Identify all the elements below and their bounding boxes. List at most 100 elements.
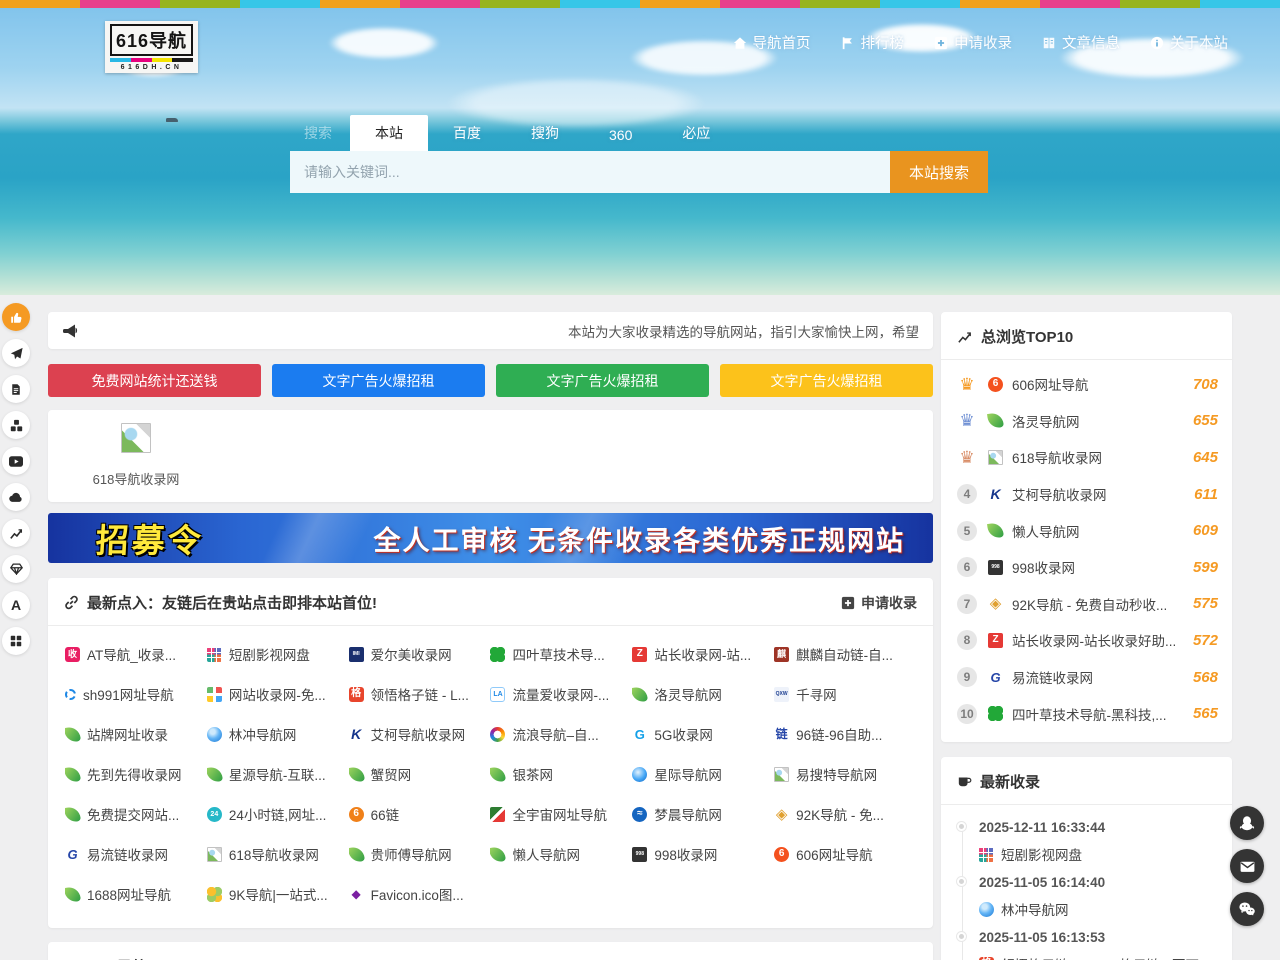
site-link[interactable]: 林冲导航网 [207, 714, 349, 754]
site-link[interactable]: K 艾柯导航收录网 [349, 714, 491, 754]
tab-this-site[interactable]: 本站 [350, 115, 428, 151]
ad-button[interactable]: 免费网站统计还送钱 [48, 364, 261, 397]
site-link[interactable]: 1688网址导航 [65, 874, 207, 914]
top10-item[interactable]: 8 Z 站长收录网-站长收录好助... 572 [955, 622, 1218, 659]
site-link[interactable]: 星际导航网 [632, 754, 774, 794]
site-link[interactable]: 站牌网址收录 [65, 714, 207, 754]
site-link[interactable]: 先到先得收录网 [65, 754, 207, 794]
top10-item[interactable]: 5 懒人导航网 609 [955, 512, 1218, 549]
top10-item[interactable]: 10 四叶草技术导航-黑科技,... 565 [955, 695, 1218, 732]
stats-button[interactable] [2, 519, 30, 547]
site-link[interactable]: G 5G收录网 [632, 714, 774, 754]
site-logo[interactable]: 616导航 616DH.CN [105, 21, 198, 73]
site-link[interactable]: 618导航收录网 [207, 834, 349, 874]
site-link[interactable]: 懒人导航网 [490, 834, 632, 874]
vip-button[interactable] [2, 555, 30, 583]
site-favicon: ◈ [988, 596, 1003, 611]
mail-button[interactable] [1230, 849, 1264, 883]
site-link[interactable]: QXW 千寻网 [774, 674, 916, 714]
top10-list: ♛ 6 606网址导航 708 ♛ 洛灵导航网 655 ♛ 618导航收录网 6… [941, 360, 1232, 734]
top10-item[interactable]: 7 ◈ 92K导航 - 免费自动秒收... 575 [955, 586, 1218, 623]
cubes-button[interactable] [2, 411, 30, 439]
site-link[interactable]: 6 606网址导航 [774, 834, 916, 874]
nav-apply[interactable]: 申请收录 [934, 32, 1012, 53]
site-link[interactable]: 网站收录网-免... [207, 674, 349, 714]
site-link[interactable]: 四叶草技术导... [490, 634, 632, 674]
site-link[interactable]: LA 流量爱收录网-... [490, 674, 632, 714]
site-link[interactable]: sh991网址导航 [65, 674, 207, 714]
left-quick-rail: A [2, 303, 30, 655]
site-link[interactable]: Z 站长收录网-站... [632, 634, 774, 674]
telegram-button[interactable] [2, 339, 30, 367]
video-button[interactable] [2, 447, 30, 475]
recent-timeline: 2025-12-11 16:33:44 短剧影视网盘 2025-11-05 16… [941, 805, 1232, 960]
site-link[interactable]: 格 领悟格子链 - L... [349, 674, 491, 714]
site-link[interactable]: 贵师傅导航网 [349, 834, 491, 874]
tab-360[interactable]: 360 [584, 119, 657, 151]
site-link[interactable]: 短剧影视网盘 [207, 634, 349, 674]
site-link[interactable]: ◆ Favicon.ico图... [349, 874, 491, 914]
banner-badge: 招募令 [95, 514, 206, 562]
site-link[interactable]: 免费提交网站... [65, 794, 207, 834]
plus-square-icon [934, 36, 948, 50]
site-link[interactable]: 链 96链-96自助... [774, 714, 916, 754]
search-button[interactable]: 本站搜索 [890, 151, 988, 193]
site-link[interactable]: 998 998收录网 [632, 834, 774, 874]
site-favicon [207, 766, 223, 783]
search-input[interactable] [290, 151, 890, 193]
wechat-icon [1238, 900, 1256, 918]
apps-button[interactable] [2, 627, 30, 655]
site-link[interactable]: IMI 爱尔美收录网 [349, 634, 491, 674]
site-link[interactable]: G 易流链收录网 [65, 834, 207, 874]
site-link[interactable]: 格 领悟格子链 - LOGO格子链 - 百万... [979, 950, 1218, 960]
nav-about[interactable]: 关于本站 [1150, 32, 1228, 53]
qq-button[interactable] [1230, 806, 1264, 840]
site-link[interactable]: 蟹贸网 [349, 754, 491, 794]
site-link[interactable]: ≈ 梦晨导航网 [632, 794, 774, 834]
site-link[interactable]: 9K导航|一站式... [207, 874, 349, 914]
site-link[interactable]: 短剧影视网盘 [979, 840, 1218, 869]
site-favicon [65, 726, 81, 743]
top10-item[interactable]: ♛ 洛灵导航网 655 [955, 403, 1218, 440]
top10-item[interactable]: ♛ 6 606网址导航 708 [955, 366, 1218, 403]
top10-item[interactable]: ♛ 618导航收录网 645 [955, 439, 1218, 476]
apply-listing-button[interactable]: 申请收录 [841, 593, 917, 613]
recruit-banner[interactable]: 招募令 全人工审核 无条件收录各类优秀正规网站 [48, 513, 933, 563]
cloud-button[interactable] [2, 483, 30, 511]
letter-a-icon: A [11, 597, 21, 613]
nav-ranking[interactable]: 排行榜 [841, 32, 905, 53]
top10-item[interactable]: 9 G 易流链收录网 568 [955, 659, 1218, 696]
wechat-button[interactable] [1230, 892, 1264, 926]
font-button[interactable]: A [2, 591, 30, 619]
ad-button[interactable]: 文字广告火爆招租 [720, 364, 933, 397]
search-box: 搜索 本站 百度 搜狗 360 必应 本站搜索 [290, 120, 988, 193]
site-link[interactable]: 24 24小时链,网址... [207, 794, 349, 834]
ad-button[interactable]: 文字广告火爆招租 [496, 364, 709, 397]
broken-image-icon [121, 423, 151, 453]
tab-sogou[interactable]: 搜狗 [506, 115, 584, 151]
ad-buttons-row: 免费网站统计还送钱文字广告火爆招租文字广告火爆招租文字广告火爆招租 [48, 364, 933, 397]
site-link[interactable]: ◈ 92K导航 - 免... [774, 794, 916, 834]
article-button[interactable] [2, 375, 30, 403]
site-favicon: Z [988, 633, 1003, 648]
tab-bing[interactable]: 必应 [657, 115, 735, 151]
top10-item[interactable]: 4 K 艾柯导航收录网 611 [955, 476, 1218, 513]
ad-button[interactable]: 文字广告火爆招租 [272, 364, 485, 397]
recent-item: 2025-12-11 16:33:44 短剧影视网盘 [957, 815, 1218, 869]
site-link[interactable]: 洛灵导航网 [632, 674, 774, 714]
nav-articles[interactable]: 文章信息 [1042, 32, 1120, 53]
site-link[interactable]: 全宇宙网址导航 [490, 794, 632, 834]
top10-item[interactable]: 6 998 998收录网 599 [955, 549, 1218, 586]
thumbs-up-button[interactable] [2, 303, 30, 331]
tab-baidu[interactable]: 百度 [428, 115, 506, 151]
site-link[interactable]: 收 AT导航_收录... [65, 634, 207, 674]
nav-home[interactable]: 导航首页 [733, 32, 811, 53]
site-link[interactable]: 星源导航-互联... [207, 754, 349, 794]
site-link[interactable]: 麒 麒麟自动链-自... [774, 634, 916, 674]
site-link[interactable]: 林冲导航网 [979, 895, 1218, 924]
site-link[interactable]: 流浪导航–自... [490, 714, 632, 754]
featured-site-link[interactable]: 618导航收录网 [81, 423, 191, 488]
site-link[interactable]: 6 66链 [349, 794, 491, 834]
site-link[interactable]: 银茶网 [490, 754, 632, 794]
site-link[interactable]: 易搜特导航网 [774, 754, 916, 794]
